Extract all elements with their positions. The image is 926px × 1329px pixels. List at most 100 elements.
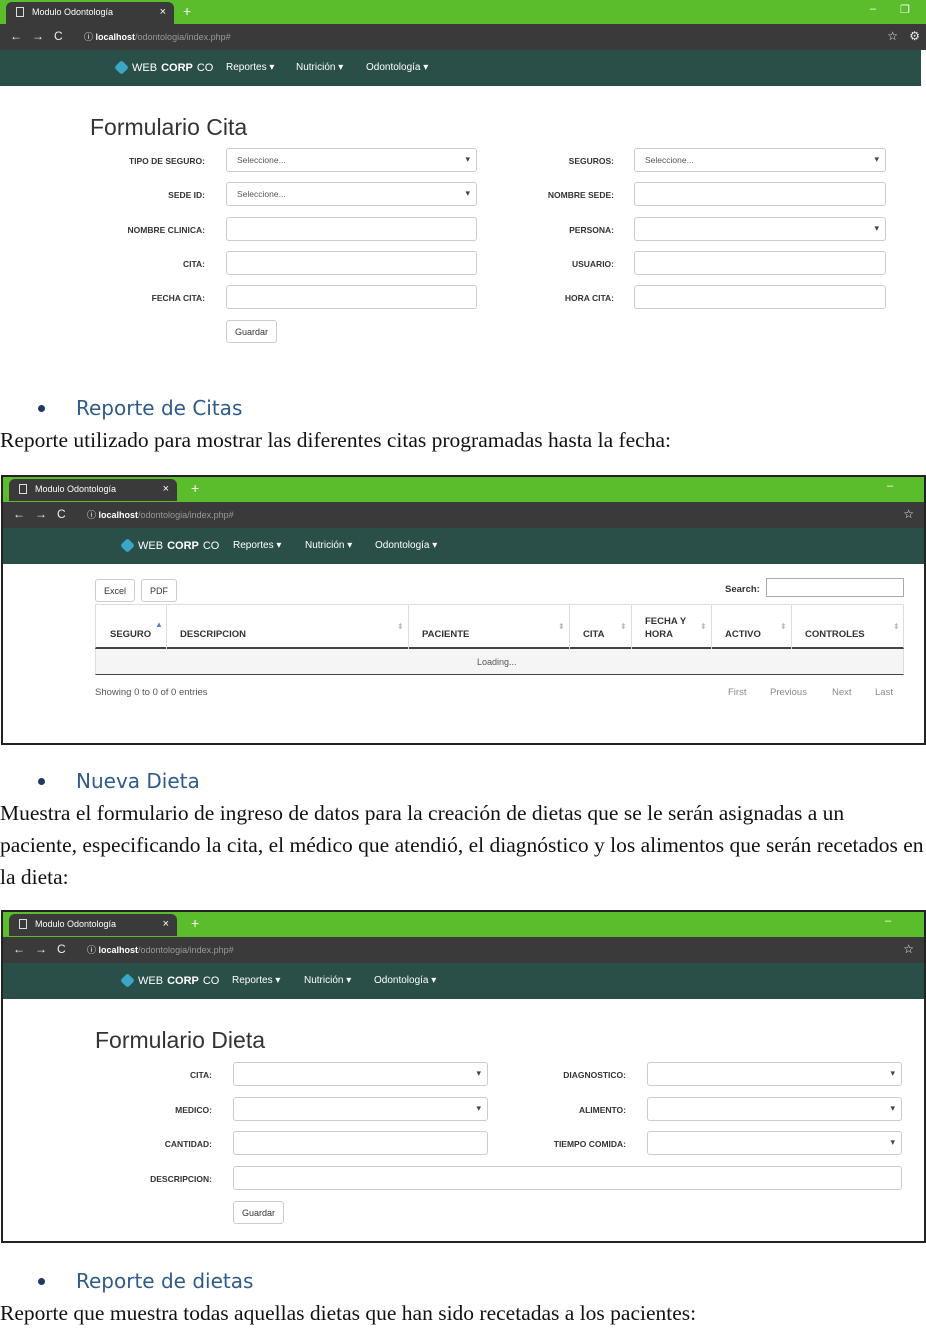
star-icon[interactable]: ☆ [903, 507, 914, 521]
label-alimento: ALIMENTO: [578, 1105, 626, 1115]
col-paciente[interactable]: PACIENTE [422, 629, 469, 640]
url-field[interactable]: ⓘ localhost/odontologia/index.php# [84, 30, 231, 43]
pager-next[interactable]: Next [832, 687, 852, 698]
menu-odontologia[interactable]: Odontología ▾ [375, 540, 437, 551]
label-persona: PERSONA: [569, 225, 614, 235]
label-diagnostico: DIAGNOSTICO: [563, 1070, 626, 1080]
screenshot-formulario-cita: Modulo Odontología × + – ❐ ←→C ⓘ localhos… [0, 0, 926, 380]
persona-select[interactable] [634, 217, 886, 241]
cita-field[interactable] [226, 251, 477, 275]
sort-icon[interactable]: ⬍ [700, 622, 707, 631]
sort-icon[interactable]: ⬍ [780, 622, 787, 631]
pager-previous[interactable]: Previous [770, 687, 807, 698]
tab-title: Modulo Odontología [35, 484, 117, 494]
form-title: Formulario Dieta [95, 1027, 265, 1053]
new-tab-icon[interactable]: + [191, 915, 199, 931]
brand-logo[interactable]: WEB CORP CO [120, 973, 219, 988]
pager-last[interactable]: Last [875, 687, 893, 698]
close-icon[interactable]: × [160, 6, 166, 18]
close-icon[interactable]: × [163, 918, 169, 930]
menu-reportes[interactable]: Reportes ▾ [233, 540, 281, 551]
menu-reportes[interactable]: Reportes ▾ [226, 62, 274, 73]
guardar-button[interactable]: Guardar [233, 1201, 285, 1224]
browser-tab[interactable]: Modulo Odontología × [6, 2, 174, 24]
tipo-seguro-select[interactable]: Seleccione... [226, 148, 477, 172]
label-medico: MEDICO: [175, 1105, 212, 1115]
col-activo[interactable]: ACTIVO [725, 629, 761, 640]
sort-icon[interactable]: ⬍ [558, 622, 565, 631]
url-field[interactable]: ⓘ localhost/odontologia/index.php# [87, 943, 234, 956]
tab-title: Modulo Odontología [32, 7, 114, 17]
minimize-icon[interactable]: – [885, 915, 891, 927]
cantidad-field[interactable] [233, 1131, 488, 1155]
label-tiempo-comida: TIEMPO COMIDA: [553, 1139, 626, 1149]
sort-icon[interactable]: ⬍ [620, 622, 627, 631]
new-tab-icon[interactable]: + [183, 3, 191, 19]
col-cita[interactable]: CITA [583, 629, 604, 640]
address-bar: ←→C ⓘ localhost/odontologia/index.php# ☆ [3, 502, 924, 528]
guardar-button[interactable]: Guardar [226, 320, 278, 343]
nav-arrows-icon[interactable]: ←→C [13, 507, 76, 521]
alimento-select[interactable] [647, 1097, 902, 1121]
menu-odontologia[interactable]: Odontología ▾ [374, 975, 436, 986]
excel-button[interactable]: Excel [95, 579, 136, 602]
sort-icon[interactable]: ⬍ [893, 622, 900, 631]
restore-icon[interactable]: ❐ [900, 3, 910, 16]
label-cita: CITA: [182, 259, 205, 269]
star-icon[interactable]: ☆ [903, 942, 914, 956]
app-navbar: WEB CORP CO Reportes ▾ Nutrición ▾ Odontol… [3, 528, 924, 564]
label-cantidad: CANTIDAD: [164, 1139, 212, 1149]
app-navbar: WEB CORP CO Reportes ▾ Nutrición ▾ Odontol… [3, 963, 924, 999]
minimize-icon[interactable]: – [887, 480, 893, 492]
pdf-button[interactable]: PDF [141, 579, 177, 602]
nav-arrows-icon[interactable]: ←→C [13, 942, 76, 956]
column-divider [166, 604, 167, 649]
logo-icon [120, 538, 135, 553]
brand-logo[interactable]: WEB CORP CO [120, 538, 219, 553]
sort-asc-icon[interactable]: ▲ [155, 620, 163, 629]
menu-odontologia[interactable]: Odontología ▾ [366, 62, 428, 73]
extension-icon[interactable]: ⚙ [909, 29, 920, 43]
sort-icon[interactable]: ⬍ [397, 622, 404, 631]
menu-nutricion[interactable]: Nutrición ▾ [304, 975, 351, 986]
new-tab-icon[interactable]: + [191, 480, 199, 496]
medico-select[interactable] [233, 1097, 488, 1121]
descripcion-field[interactable] [233, 1166, 902, 1190]
col-controles[interactable]: CONTROLES [805, 629, 865, 640]
column-divider [408, 604, 409, 649]
column-divider [791, 604, 792, 649]
seguros-select[interactable]: Seleccione... [634, 148, 886, 172]
hora-cita-field[interactable] [634, 285, 886, 309]
diagnostico-select[interactable] [647, 1062, 902, 1086]
browser-tab[interactable]: Modulo Odontología × [9, 914, 177, 936]
usuario-field[interactable] [634, 251, 886, 275]
label-tipo-seguro: TIPO DE SEGURO: [128, 156, 205, 166]
star-icon[interactable]: ☆ [887, 29, 898, 43]
menu-nutricion[interactable]: Nutrición ▾ [305, 540, 352, 551]
minimize-icon[interactable]: – [870, 3, 876, 15]
app-navbar: WEB CORP CO Reportes ▾ Nutrición ▾ Odontol… [0, 50, 921, 86]
nombre-clinica-field[interactable] [226, 217, 477, 241]
menu-reportes[interactable]: Reportes ▾ [232, 975, 280, 986]
menu-nutricion[interactable]: Nutrición ▾ [296, 62, 343, 73]
column-divider [631, 604, 632, 649]
brand-logo[interactable]: WEB CORP CO [114, 60, 213, 75]
pager-first[interactable]: First [728, 687, 746, 698]
col-descripcion[interactable]: DESCRIPCION [180, 629, 246, 640]
tiempo-comida-select[interactable] [647, 1131, 902, 1155]
label-hora-cita: HORA CITA: [564, 293, 614, 303]
search-input[interactable] [766, 578, 904, 597]
nav-arrows-icon[interactable]: ←→C [10, 29, 73, 43]
cita-select[interactable] [233, 1062, 488, 1086]
url-field[interactable]: ⓘ localhost/odontologia/index.php# [87, 508, 234, 521]
fecha-cita-field[interactable] [226, 285, 477, 309]
bullet-icon [38, 405, 45, 412]
close-icon[interactable]: × [163, 483, 169, 495]
col-fecha-hora[interactable]: FECHA Y HORA [645, 615, 697, 641]
sede-id-select[interactable]: Seleccione... [226, 182, 477, 206]
nombre-sede-field[interactable] [634, 182, 886, 206]
col-seguro[interactable]: SEGURO [110, 629, 151, 640]
browser-tab[interactable]: Modulo Odontología × [9, 479, 177, 501]
logo-icon [120, 973, 135, 988]
browser-tabbar: Modulo Odontología × + – [3, 912, 924, 937]
